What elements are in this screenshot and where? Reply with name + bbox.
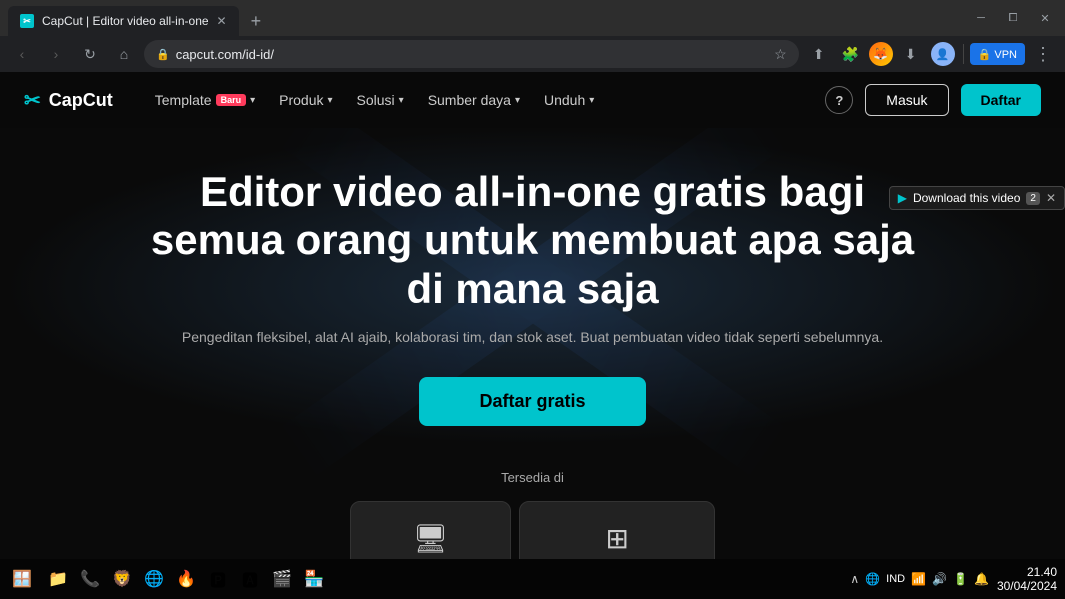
browser-chrome: ✂ CapCut | Editor video all-in-one ✕ + ─… [0, 0, 1065, 72]
taskbar: 🪟 📁 📞 🦁 🌐 🔥 🅿 🅰 🎬 🏪 ∧ 🌐 IND 📶 🔊 🔋 🔔 21.4… [0, 559, 1065, 599]
windows-icon: ⊞ [552, 522, 682, 555]
website-content: ✂ CapCut Template Baru ▾ Produk ▾ Solusi… [0, 72, 1065, 559]
chevron-down-icon: ▾ [327, 95, 332, 106]
wifi-icon: 📶 [911, 572, 926, 586]
play-icon: ▶ [898, 191, 907, 205]
masuk-button[interactable]: Masuk [865, 84, 948, 116]
back-button[interactable]: ‹ [8, 40, 36, 68]
tab-title: CapCut | Editor video all-in-one [42, 14, 209, 28]
window-controls: ─ ⧠ ✕ [965, 0, 1065, 36]
logo-icon: ✂ [24, 88, 41, 113]
logo-text: CapCut [49, 90, 113, 111]
window-minimize-button[interactable]: ─ [965, 4, 997, 32]
taskbar-explorer[interactable]: 📁 [44, 565, 72, 593]
platform-cards: 🖥 Edit video online ⊞ Unduh untuk Window… [0, 501, 1065, 559]
nav-item-solusi[interactable]: Solusi ▾ [347, 86, 414, 114]
extensions-button[interactable]: 🧩 [837, 40, 865, 68]
download-close-button[interactable]: ✕ [1046, 191, 1056, 205]
tab-close-button[interactable]: ✕ [217, 14, 227, 28]
menu-button[interactable]: ⋮ [1029, 40, 1057, 68]
taskbar-icons: 📁 📞 🦁 🌐 🔥 🅿 🅰 🎬 🏪 [44, 565, 328, 593]
home-button[interactable]: ⌂ [110, 40, 138, 68]
chevron-down-icon: ▾ [589, 95, 594, 106]
tab-favicon: ✂ [20, 14, 34, 28]
taskbar-media[interactable]: 🎬 [268, 565, 296, 593]
platform-card-windows[interactable]: ⊞ Unduh untuk Windows [519, 501, 715, 559]
battery-icon: 🔋 [953, 572, 968, 586]
nav-right: ? Masuk Daftar [825, 84, 1041, 116]
chevron-up-icon[interactable]: ∧ [850, 572, 859, 586]
taskbar-illustrator[interactable]: 🅰 [236, 565, 264, 593]
taskbar-store[interactable]: 🏪 [300, 565, 328, 593]
chevron-down-icon: ▾ [250, 95, 255, 106]
taskbar-start: 🪟 [8, 565, 36, 593]
nav-item-sumber-daya[interactable]: Sumber daya ▾ [418, 86, 530, 114]
clock-time: 21.40 [997, 565, 1057, 579]
firefox-icon: 🦊 [869, 42, 893, 66]
vpn-button[interactable]: 🔒 VPN [970, 43, 1025, 65]
new-tab-button[interactable]: + [243, 6, 270, 36]
download-button[interactable]: ⬇ [897, 40, 925, 68]
nav-items: Template Baru ▾ Produk ▾ Solusi ▾ Sumber… [145, 86, 605, 114]
taskbar-chrome[interactable]: 🌐 [140, 565, 168, 593]
taskbar-brave[interactable]: 🦁 [108, 565, 136, 593]
reload-button[interactable]: ↻ [76, 40, 104, 68]
address-bar: ‹ › ↻ ⌂ 🔒 capcut.com/id-id/ ☆ ⬆ 🧩 🦊 ⬇ 👤 … [0, 36, 1065, 72]
forward-button[interactable]: › [42, 40, 70, 68]
start-button[interactable]: 🪟 [8, 565, 36, 593]
nav-item-unduh[interactable]: Unduh ▾ [534, 86, 604, 114]
volume-icon[interactable]: 🔊 [932, 572, 947, 586]
chevron-down-icon: ▾ [515, 95, 520, 106]
logo[interactable]: ✂ CapCut [24, 88, 113, 113]
window-maximize-button[interactable]: ⧠ [997, 4, 1029, 32]
profile-button[interactable]: 👤 [929, 40, 957, 68]
toolbar-right: ⬆ 🧩 🦊 ⬇ 👤 🔒 VPN ⋮ [805, 40, 1057, 68]
platform-card-online[interactable]: 🖥 Edit video online [350, 501, 511, 559]
nav-item-produk[interactable]: Produk ▾ [269, 86, 342, 114]
hero-subtitle: Pengeditan fleksibel, alat AI ajaib, kol… [20, 329, 1045, 345]
taskbar-firefox[interactable]: 🔥 [172, 565, 200, 593]
download-video-banner[interactable]: ▶ Download this video 2 ✕ [889, 186, 1065, 210]
address-input[interactable]: 🔒 capcut.com/id-id/ ☆ [144, 40, 799, 68]
url-text: capcut.com/id-id/ [176, 47, 274, 62]
lock-icon: 🔒 [156, 48, 170, 61]
profile-avatar: 👤 [931, 42, 955, 66]
tab-bar: ✂ CapCut | Editor video all-in-one ✕ + ─… [0, 0, 1065, 36]
cta-button[interactable]: Daftar gratis [419, 377, 645, 426]
site-navigation: ✂ CapCut Template Baru ▾ Produk ▾ Solusi… [0, 72, 1065, 128]
lang-label: IND [886, 573, 905, 585]
window-close-button[interactable]: ✕ [1029, 4, 1061, 32]
taskbar-right: ∧ 🌐 IND 📶 🔊 🔋 🔔 21.40 30/04/2024 [850, 565, 1057, 593]
bookmark-icon: ☆ [774, 46, 787, 63]
share-button[interactable]: ⬆ [805, 40, 833, 68]
taskbar-photoshop[interactable]: 🅿 [204, 565, 232, 593]
daftar-button[interactable]: Daftar [961, 84, 1041, 116]
clock-date: 30/04/2024 [997, 579, 1057, 593]
active-tab[interactable]: ✂ CapCut | Editor video all-in-one ✕ [8, 6, 239, 36]
download-text: Download this video [913, 191, 1020, 205]
hero-title: Editor video all-in-one gratis bagi semu… [133, 168, 933, 313]
chevron-down-icon: ▾ [399, 95, 404, 106]
download-count: 2 [1026, 192, 1040, 205]
divider [963, 44, 964, 64]
taskbar-phone[interactable]: 📞 [76, 565, 104, 593]
new-badge: Baru [216, 94, 247, 106]
notification-icon[interactable]: 🔔 [974, 572, 989, 586]
monitor-icon: 🖥 [383, 522, 478, 555]
network-icon: 🌐 [865, 572, 880, 586]
nav-item-template[interactable]: Template Baru ▾ [145, 86, 265, 114]
clock-area[interactable]: 21.40 30/04/2024 [997, 565, 1057, 593]
hero-section: Editor video all-in-one gratis bagi semu… [0, 128, 1065, 446]
sys-tray: ∧ 🌐 IND 📶 🔊 🔋 🔔 [850, 572, 989, 586]
help-button[interactable]: ? [825, 86, 853, 114]
